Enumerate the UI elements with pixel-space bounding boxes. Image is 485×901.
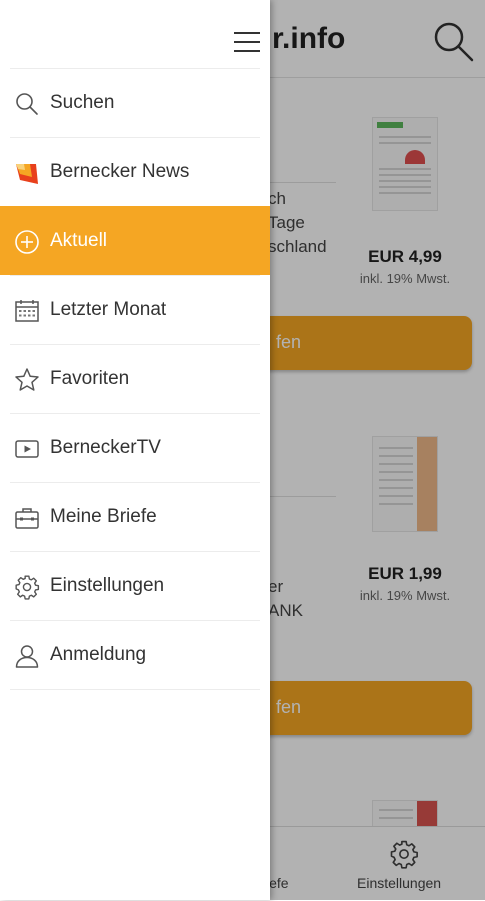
hamburger-menu-icon[interactable] bbox=[234, 30, 260, 54]
menu-item-berneckertv[interactable]: BerneckerTV bbox=[10, 413, 260, 482]
menu-divider bbox=[10, 689, 260, 690]
menu-item-label: Einstellungen bbox=[50, 575, 165, 596]
briefcase-icon bbox=[15, 508, 39, 529]
video-play-icon bbox=[15, 440, 39, 458]
menu-item-label: Suchen bbox=[50, 92, 115, 113]
menu-item-label: Anmeldung bbox=[50, 644, 147, 665]
menu-item-label: Bernecker News bbox=[50, 161, 190, 182]
menu-item-anmeldung[interactable]: Anmeldung bbox=[10, 620, 260, 689]
star-icon bbox=[15, 368, 39, 391]
menu-item-favoriten[interactable]: Favoriten bbox=[10, 344, 260, 413]
navigation-drawer: Suchen Bernecker News Aktuell Letzter Mo… bbox=[0, 0, 270, 900]
menu-item-einstellungen[interactable]: Einstellungen bbox=[10, 551, 260, 620]
search-icon bbox=[16, 93, 38, 115]
drawer-menu: Suchen Bernecker News Aktuell Letzter Mo… bbox=[0, 68, 270, 690]
menu-item-letzter-monat[interactable]: Letzter Monat bbox=[10, 275, 260, 344]
user-icon bbox=[15, 645, 39, 668]
plus-circle-icon bbox=[15, 230, 39, 254]
menu-item-meine-briefe[interactable]: Meine Briefe bbox=[10, 482, 260, 551]
calendar-icon bbox=[15, 300, 39, 322]
menu-item-label: BerneckerTV bbox=[50, 437, 161, 458]
menu-item-aktuell[interactable]: Aktuell bbox=[0, 206, 270, 275]
news-logo-icon bbox=[16, 164, 38, 184]
menu-item-suchen[interactable]: Suchen bbox=[10, 68, 260, 137]
menu-item-label: Favoriten bbox=[50, 368, 130, 389]
menu-item-label: Letzter Monat bbox=[50, 299, 167, 320]
menu-item-label: Meine Briefe bbox=[50, 506, 157, 527]
menu-item-label: Aktuell bbox=[50, 230, 108, 251]
gear-icon bbox=[15, 575, 40, 600]
menu-item-bernecker-news[interactable]: Bernecker News bbox=[10, 137, 260, 206]
